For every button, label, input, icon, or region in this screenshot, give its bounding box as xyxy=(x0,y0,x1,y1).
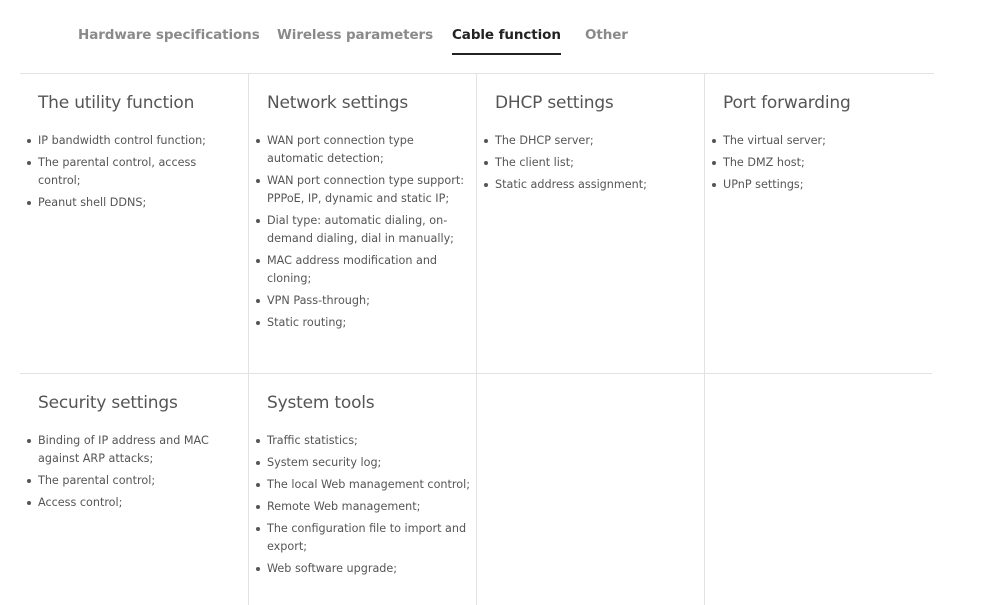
feature-list: Traffic statistics; System security log; T… xyxy=(255,432,470,582)
feature-list: The virtual server; The DMZ host; UPnP set… xyxy=(711,132,926,198)
tab-wireless-parameters[interactable]: Wireless parameters xyxy=(277,27,433,43)
section-port-forwarding: Port forwarding The virtual server; The DM… xyxy=(704,74,932,374)
section-title: DHCP settings xyxy=(495,93,614,113)
feature-list-item: The local Web management control; xyxy=(255,476,470,494)
tab-bar: Hardware specifications Wireless paramet… xyxy=(0,0,1000,73)
feature-list-item: Access control; xyxy=(26,494,241,512)
feature-grid: The utility function IP bandwidth control… xyxy=(20,73,934,605)
feature-list: Binding of IP address and MAC against AR… xyxy=(26,432,241,516)
section-title: Network settings xyxy=(267,93,408,113)
feature-list-item: Peanut shell DDNS; xyxy=(26,194,241,212)
empty-cell xyxy=(476,374,704,605)
section-title: The utility function xyxy=(38,93,195,113)
tab-hardware-specifications[interactable]: Hardware specifications xyxy=(78,27,260,43)
feature-list-item: System security log; xyxy=(255,454,470,472)
section-title: Port forwarding xyxy=(723,93,851,113)
section-title: Security settings xyxy=(38,393,178,413)
feature-list-item: Static address assignment; xyxy=(483,176,698,194)
feature-list-item: Web software upgrade; xyxy=(255,560,470,578)
tab-other[interactable]: Other xyxy=(585,27,628,43)
feature-list-item: Dial type: automatic dialing, on-demand … xyxy=(255,212,470,248)
tab-cable-function[interactable]: Cable function xyxy=(452,27,561,55)
feature-list-item: The parental control; xyxy=(26,472,241,490)
feature-list-item: The DHCP server; xyxy=(483,132,698,150)
feature-list: IP bandwidth control function; The parent… xyxy=(26,132,241,216)
section-network-settings: Network settings WAN port connection type… xyxy=(248,74,476,374)
feature-list-item: WAN port connection type automatic detec… xyxy=(255,132,470,168)
feature-list-item: The DMZ host; xyxy=(711,154,926,172)
feature-list-item: Remote Web management; xyxy=(255,498,470,516)
feature-list-item: WAN port connection type support: PPPoE,… xyxy=(255,172,470,208)
section-utility-function: The utility function IP bandwidth control… xyxy=(20,74,248,374)
feature-list-item: The configuration file to import and exp… xyxy=(255,520,470,556)
feature-list-item: Binding of IP address and MAC against AR… xyxy=(26,432,241,468)
section-dhcp-settings: DHCP settings The DHCP server; The client … xyxy=(476,74,704,374)
feature-list-item: The parental control, access control; xyxy=(26,154,241,190)
section-security-settings: Security settings Binding of IP address a… xyxy=(20,374,248,605)
empty-cell xyxy=(704,374,932,605)
feature-list-item: UPnP settings; xyxy=(711,176,926,194)
feature-list: The DHCP server; The client list; Static a… xyxy=(483,132,698,198)
feature-list-item: Traffic statistics; xyxy=(255,432,470,450)
feature-list-item: The client list; xyxy=(483,154,698,172)
feature-list-item: Static routing; xyxy=(255,314,470,332)
section-title: System tools xyxy=(267,393,375,413)
feature-list-item: MAC address modification and cloning; xyxy=(255,252,470,288)
feature-list-item: The virtual server; xyxy=(711,132,926,150)
feature-list: WAN port connection type automatic detec… xyxy=(255,132,470,336)
section-system-tools: System tools Traffic statistics; System se… xyxy=(248,374,476,605)
feature-list-item: VPN Pass-through; xyxy=(255,292,470,310)
feature-list-item: IP bandwidth control function; xyxy=(26,132,241,150)
